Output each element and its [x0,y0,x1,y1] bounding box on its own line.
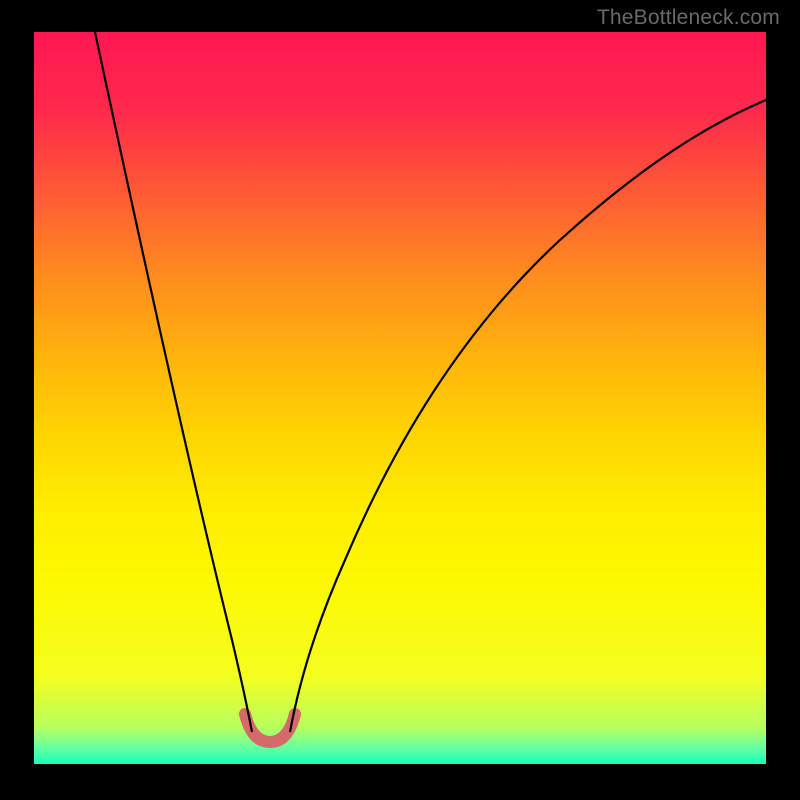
watermark-text: TheBottleneck.com [597,6,780,30]
background-gradient [34,32,766,764]
chart-stage: TheBottleneck.com [0,0,800,800]
